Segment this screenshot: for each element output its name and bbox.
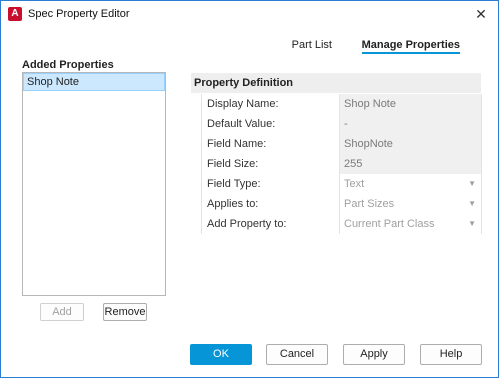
- property-row-field-name: Field Name: ShopNote: [201, 134, 482, 154]
- spec-property-editor-dialog: A Spec Property Editor ✕ Part List Manag…: [0, 0, 499, 378]
- chevron-down-icon[interactable]: ▼: [468, 214, 476, 234]
- field-name-field[interactable]: ShopNote: [339, 134, 482, 154]
- added-properties-heading: Added Properties: [22, 59, 114, 71]
- field-type-dropdown[interactable]: Text ▼: [339, 174, 482, 194]
- tab-manage-properties[interactable]: Manage Properties: [361, 39, 460, 54]
- property-row-add-property-to: Add Property to: Current Part Class ▼: [201, 214, 482, 234]
- display-name-field[interactable]: Shop Note: [339, 94, 482, 114]
- property-key: Display Name:: [201, 94, 339, 114]
- tab-part-list[interactable]: Part List: [292, 39, 332, 51]
- property-row-display-name: Display Name: Shop Note: [201, 94, 482, 114]
- property-key: Applies to:: [201, 194, 339, 214]
- add-property-to-dropdown[interactable]: Current Part Class ▼: [339, 214, 482, 234]
- property-row-default-value: Default Value: -: [201, 114, 482, 134]
- add-button[interactable]: Add: [40, 303, 84, 321]
- property-row-field-size: Field Size: 255: [201, 154, 482, 174]
- property-definition-grid: Display Name: Shop Note Default Value: -…: [201, 94, 482, 234]
- window-title: Spec Property Editor: [28, 8, 130, 20]
- property-key: Field Name:: [201, 134, 339, 154]
- chevron-down-icon[interactable]: ▼: [468, 194, 476, 214]
- ok-button[interactable]: OK: [190, 344, 252, 365]
- field-size-field[interactable]: 255: [339, 154, 482, 174]
- cancel-button[interactable]: Cancel: [266, 344, 328, 365]
- property-definition-heading: Property Definition: [191, 73, 481, 93]
- add-property-to-value: Current Part Class: [344, 218, 435, 230]
- property-key: Field Size:: [201, 154, 339, 174]
- default-value-field[interactable]: -: [339, 114, 482, 134]
- property-row-field-type: Field Type: Text ▼: [201, 174, 482, 194]
- property-key: Add Property to:: [201, 214, 339, 234]
- property-key: Default Value:: [201, 114, 339, 134]
- applies-to-dropdown[interactable]: Part Sizes ▼: [339, 194, 482, 214]
- help-button[interactable]: Help: [420, 344, 482, 365]
- apply-button[interactable]: Apply: [343, 344, 405, 365]
- list-item[interactable]: Shop Note: [23, 73, 165, 91]
- field-type-value: Text: [344, 178, 365, 190]
- property-key: Field Type:: [201, 174, 339, 194]
- remove-button[interactable]: Remove: [103, 303, 147, 321]
- added-properties-list[interactable]: Shop Note: [22, 72, 166, 296]
- applies-to-value: Part Sizes: [344, 198, 395, 210]
- property-row-applies-to: Applies to: Part Sizes ▼: [201, 194, 482, 214]
- close-icon[interactable]: ✕: [472, 5, 490, 23]
- autocad-app-icon: A: [8, 7, 22, 21]
- chevron-down-icon[interactable]: ▼: [468, 174, 476, 194]
- title-bar: A Spec Property Editor ✕: [1, 1, 498, 29]
